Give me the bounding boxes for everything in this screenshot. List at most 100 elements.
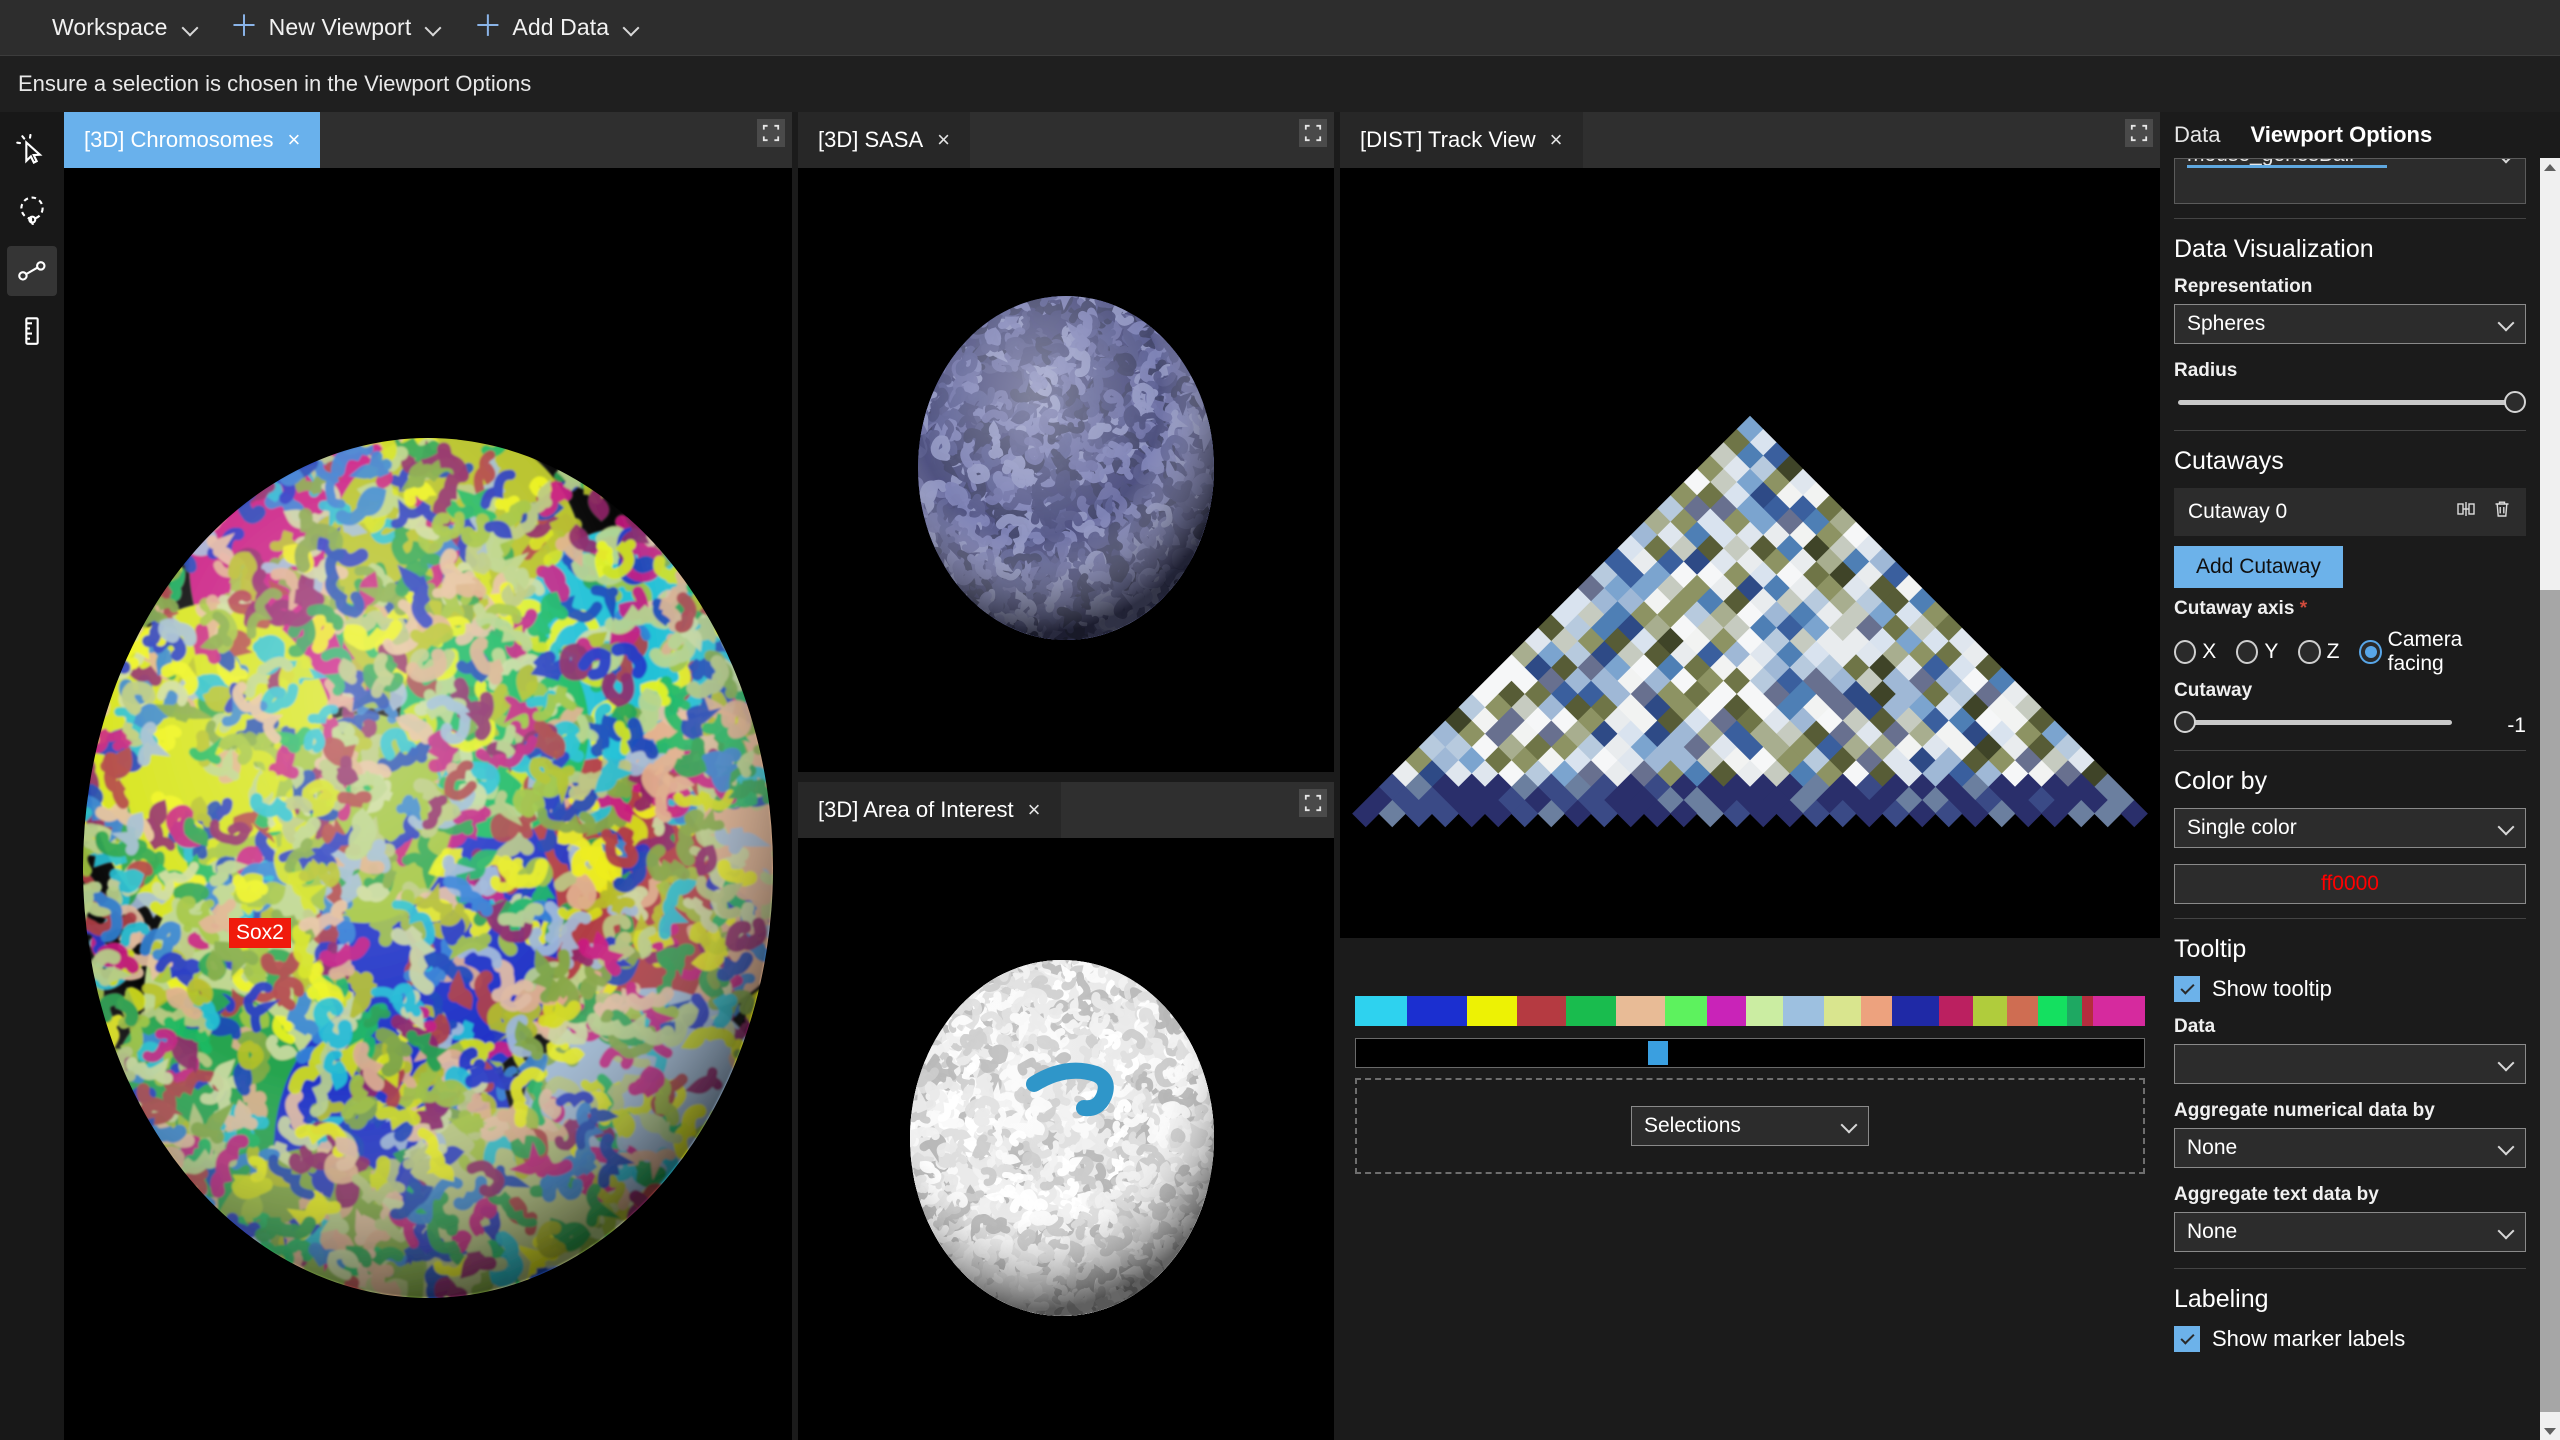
track-scroll-strip[interactable] bbox=[1355, 1038, 2145, 1068]
tab-viewport-options[interactable]: Viewport Options bbox=[2250, 122, 2432, 148]
viewport-chromosomes-canvas[interactable]: Sox2 bbox=[64, 168, 792, 1440]
chromatin-strand bbox=[1213, 985, 1214, 999]
track-scroll-thumb[interactable] bbox=[1648, 1041, 1668, 1065]
chromatin-strand bbox=[928, 969, 954, 985]
lasso-select-icon[interactable] bbox=[7, 186, 57, 236]
chromatin-strand bbox=[1148, 1280, 1172, 1308]
chromatin-strand bbox=[923, 991, 948, 1011]
menu-item-new-viewport[interactable]: ＋ New Viewport bbox=[214, 8, 458, 48]
radio-axis-camera-facing[interactable] bbox=[2359, 640, 2382, 664]
chromatin-strand bbox=[1194, 985, 1211, 1021]
chromatin-strand bbox=[747, 1212, 773, 1263]
chromatin-strand bbox=[1225, 1028, 1237, 1030]
chromatin-strand bbox=[1226, 506, 1238, 517]
aggregate-numerical-dropdown[interactable]: None bbox=[2174, 1128, 2526, 1168]
close-icon[interactable]: × bbox=[937, 129, 950, 151]
chromosome-segment[interactable] bbox=[1824, 996, 1861, 1026]
radio-axis-z[interactable] bbox=[2298, 640, 2321, 664]
radius-slider[interactable] bbox=[2174, 388, 2526, 416]
expand-icon[interactable] bbox=[1299, 789, 1327, 817]
scroll-down-arrow-icon[interactable] bbox=[2540, 1422, 2560, 1440]
chromatin-strand bbox=[1210, 1043, 1214, 1059]
radio-axis-y[interactable] bbox=[2236, 640, 2259, 664]
expand-icon[interactable] bbox=[757, 119, 785, 147]
chromosome-segment[interactable] bbox=[1467, 996, 1517, 1026]
chromosome-color-bar[interactable] bbox=[1355, 996, 2145, 1026]
chromosome-segment[interactable] bbox=[1706, 996, 1747, 1026]
trash-icon[interactable] bbox=[2492, 499, 2512, 525]
options-panel-scrollbar[interactable] bbox=[2540, 158, 2560, 1440]
chromatin-strand bbox=[729, 1085, 762, 1144]
chromosome-segment[interactable] bbox=[1972, 996, 2007, 1026]
chromosome-segment[interactable] bbox=[1892, 996, 1939, 1026]
radio-axis-x[interactable] bbox=[2174, 640, 2197, 664]
single-color-swatch[interactable]: ff0000 bbox=[2174, 864, 2526, 904]
viewport-aoi-canvas[interactable] bbox=[798, 838, 1334, 1440]
expand-icon[interactable] bbox=[1299, 119, 1327, 147]
viewport-sasa-canvas[interactable] bbox=[798, 168, 1334, 772]
viewport-tab-sasa[interactable]: [3D] SASA × bbox=[798, 112, 971, 168]
tab-data[interactable]: Data bbox=[2174, 122, 2220, 148]
tooltip-data-dropdown[interactable] bbox=[2174, 1044, 2526, 1084]
path-select-icon[interactable] bbox=[7, 246, 57, 296]
duplicate-icon[interactable] bbox=[2456, 499, 2476, 525]
show-tooltip-checkbox[interactable] bbox=[2174, 976, 2200, 1002]
expand-icon[interactable] bbox=[2125, 119, 2153, 147]
chromatin-strand bbox=[1163, 1275, 1185, 1306]
chromatin-strand bbox=[507, 438, 537, 457]
chromatin-strand bbox=[1208, 1303, 1214, 1316]
chromosome-segment[interactable] bbox=[1860, 996, 1892, 1026]
add-cutaway-button[interactable]: Add Cutaway bbox=[2174, 546, 2343, 588]
chromosome-segment[interactable] bbox=[1746, 996, 1783, 1026]
chromosome-segment[interactable] bbox=[1516, 996, 1567, 1026]
chromatin-strand bbox=[1200, 1203, 1214, 1229]
chromatin-strand bbox=[910, 1189, 918, 1209]
representation-dropdown[interactable]: Spheres bbox=[2174, 304, 2526, 344]
cutaway-slider[interactable]: -1 bbox=[2174, 708, 2526, 737]
chromosome-segment[interactable] bbox=[2082, 996, 2093, 1026]
menu-item-add-data[interactable]: ＋ Add Data bbox=[457, 8, 655, 48]
viewport-tab-track-view[interactable]: [DIST] Track View × bbox=[1340, 112, 1583, 168]
cutaway-slider-knob[interactable] bbox=[2174, 711, 2196, 733]
viewport-tab-label: [3D] Chromosomes bbox=[84, 127, 274, 152]
click-select-icon[interactable] bbox=[7, 126, 57, 176]
scrolled-data-field[interactable]: mouse_genesBall bbox=[2174, 158, 2526, 204]
chromatin-strand bbox=[1218, 1316, 1232, 1325]
menu-item-workspace[interactable]: Workspace bbox=[36, 8, 214, 48]
close-icon[interactable]: × bbox=[1028, 799, 1041, 821]
track-view-canvas[interactable] bbox=[1340, 168, 2160, 938]
chromosome-segment[interactable] bbox=[2092, 996, 2145, 1026]
scrollbar-thumb[interactable] bbox=[2540, 590, 2560, 1412]
show-tooltip-row[interactable]: Show tooltip bbox=[2174, 976, 2526, 1002]
radius-slider-knob[interactable] bbox=[2504, 391, 2526, 413]
chromosome-segment[interactable] bbox=[2037, 996, 2067, 1026]
contact-matrix-heatmap[interactable] bbox=[1340, 168, 2160, 938]
chromosome-segment[interactable] bbox=[1355, 996, 1408, 1026]
chromatin-strand bbox=[590, 1275, 625, 1298]
ruler-measure-icon[interactable] bbox=[7, 306, 57, 356]
viewport-tab-area-of-interest[interactable]: [3D] Area of Interest × bbox=[798, 782, 1061, 838]
scroll-up-arrow-icon[interactable] bbox=[2540, 158, 2560, 176]
chromatin-strand bbox=[910, 1197, 926, 1227]
chromosome-segment[interactable] bbox=[2066, 996, 2083, 1026]
color-by-dropdown[interactable]: Single color bbox=[2174, 808, 2526, 848]
chromosome-segment[interactable] bbox=[1665, 996, 1707, 1026]
aggregate-text-value: None bbox=[2187, 1220, 2238, 1243]
chromosome-segment[interactable] bbox=[1938, 996, 1973, 1026]
close-icon[interactable]: × bbox=[1550, 129, 1563, 151]
cutaway-list-item[interactable]: Cutaway 0 bbox=[2174, 488, 2526, 536]
aggregate-text-dropdown[interactable]: None bbox=[2174, 1212, 2526, 1252]
chromosome-segment[interactable] bbox=[1782, 996, 1825, 1026]
marker-label-sox2[interactable]: Sox2 bbox=[229, 918, 291, 949]
chromatin-strand bbox=[648, 1207, 680, 1243]
close-icon[interactable]: × bbox=[288, 129, 301, 151]
chromosome-segment[interactable] bbox=[1566, 996, 1616, 1026]
show-marker-labels-row[interactable]: Show marker labels bbox=[2174, 1326, 2526, 1352]
show-marker-labels-checkbox[interactable] bbox=[2174, 1326, 2200, 1352]
selections-dropdown[interactable]: Selections bbox=[1631, 1106, 1869, 1146]
selections-dropzone[interactable]: Selections bbox=[1355, 1078, 2145, 1174]
chromosome-segment[interactable] bbox=[1615, 996, 1666, 1026]
viewport-tab-chromosomes[interactable]: [3D] Chromosomes × bbox=[64, 112, 321, 168]
chromosome-segment[interactable] bbox=[2006, 996, 2038, 1026]
chromosome-segment[interactable] bbox=[1407, 996, 1468, 1026]
